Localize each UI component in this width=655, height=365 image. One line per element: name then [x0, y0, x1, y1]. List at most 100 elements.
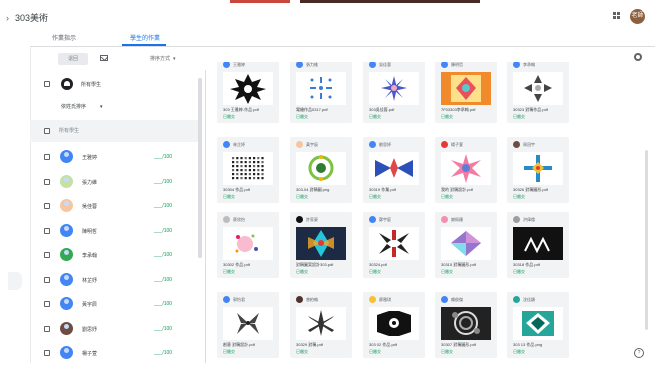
- file-name[interactable]: 30326 對稱圖形.pdf: [513, 187, 567, 193]
- submission-thumbnail[interactable]: [296, 72, 346, 105]
- submission-thumbnail[interactable]: [441, 152, 491, 185]
- submission-thumbnail[interactable]: [296, 152, 346, 185]
- student-score[interactable]: ___/100: [154, 277, 172, 283]
- student-row[interactable]: 吳佳蓉 ___/100: [30, 194, 198, 218]
- submission-card[interactable]: 賴俊傑 30307 對稱圖形.pdf 已繳交: [435, 292, 497, 358]
- student-score[interactable]: ___/100: [154, 350, 172, 356]
- submission-thumbnail[interactable]: [441, 307, 491, 340]
- submission-card[interactable]: 張力維 電繪作品0317.pdf 已繳交: [290, 62, 352, 123]
- submission-card[interactable]: 許家豪 對稱圖案設計303.pdf 已繳交: [290, 212, 352, 278]
- submission-card[interactable]: 李承翰 30323 對稱作品.pdf 已繳交: [507, 62, 569, 123]
- student-checkbox[interactable]: [44, 203, 50, 209]
- account-avatar[interactable]: 老師: [630, 9, 645, 24]
- submission-thumbnail[interactable]: [369, 307, 419, 340]
- file-name[interactable]: 303吳佳蓉.pdf: [369, 107, 423, 113]
- file-name[interactable]: 我的 對稱設計.pdf: [441, 187, 495, 193]
- file-name[interactable]: 303 13 作品.png: [513, 342, 567, 348]
- submission-thumbnail[interactable]: [223, 72, 273, 105]
- student-row[interactable]: 劉思妤 ___/100: [30, 317, 198, 341]
- return-button[interactable]: 退回: [58, 53, 88, 65]
- submission-card[interactable]: 鄭宇庭 30324.pdf 已繳交: [363, 212, 425, 278]
- submission-thumbnail[interactable]: [441, 72, 491, 105]
- file-name[interactable]: 303 王雅婷-作品.pdf: [223, 107, 277, 113]
- student-checkbox[interactable]: [44, 252, 50, 258]
- gear-icon[interactable]: [634, 53, 642, 61]
- file-name[interactable]: 30318 作品.pdf: [513, 262, 567, 268]
- tab-instructions[interactable]: 作業指示: [52, 33, 76, 42]
- file-name[interactable]: 30319 作業.pdf: [369, 187, 423, 193]
- file-name[interactable]: 30323 對稱作品.pdf: [513, 107, 567, 113]
- student-row[interactable]: 張力維 ___/100: [30, 170, 198, 194]
- tab-student-work[interactable]: 學生的作業: [130, 33, 160, 42]
- group-sort-select[interactable]: 依姓氏排序 ▾: [61, 103, 103, 110]
- file-name[interactable]: 30302 作品.pdf: [223, 262, 277, 268]
- submission-card[interactable]: 王雅婷 303 王雅婷-作品.pdf 已繳交: [217, 62, 279, 123]
- file-name[interactable]: 30329 對稱.pdf: [296, 342, 350, 348]
- student-checkbox[interactable]: [44, 227, 50, 234]
- file-name[interactable]: 7F03303李承翰.pdf: [441, 107, 495, 113]
- submission-card[interactable]: 林芷妤 30304 作品.pdf 已繳交: [217, 137, 279, 203]
- student-row[interactable]: 林芷妤 ___/100: [30, 268, 198, 292]
- submission-card[interactable]: 沈佳穎 303 13 作品.png 已繳交: [507, 292, 569, 358]
- help-icon[interactable]: ?: [634, 348, 644, 358]
- student-checkbox[interactable]: [44, 325, 50, 332]
- file-name[interactable]: 對稱圖案設計303.pdf: [296, 262, 350, 268]
- student-score[interactable]: ___/100: [154, 154, 172, 160]
- submission-thumbnail[interactable]: [369, 72, 419, 105]
- file-name[interactable]: 創意 對稱設計.pdf: [223, 342, 277, 348]
- student-checkbox[interactable]: [44, 350, 50, 356]
- all-students-row[interactable]: 所有學生: [30, 120, 198, 142]
- student-checkbox[interactable]: [44, 276, 50, 283]
- all-students-checkbox[interactable]: [44, 128, 50, 134]
- submission-thumbnail[interactable]: [513, 72, 563, 105]
- submission-thumbnail[interactable]: [513, 152, 563, 185]
- file-name[interactable]: 30304 作品.pdf: [223, 187, 277, 193]
- content-scrollbar[interactable]: [645, 150, 648, 330]
- file-name[interactable]: 30324.pdf: [369, 262, 423, 267]
- side-drawer-handle[interactable]: [8, 272, 22, 290]
- student-score[interactable]: ___/100: [154, 203, 172, 209]
- submission-thumbnail[interactable]: [369, 152, 419, 185]
- submission-thumbnail[interactable]: [296, 227, 346, 260]
- student-row[interactable]: 黃宇辰 ___/100: [30, 292, 198, 316]
- student-checkbox[interactable]: [44, 178, 50, 185]
- student-row[interactable]: 李承翰 ___/100: [30, 243, 198, 267]
- submission-thumbnail[interactable]: [369, 227, 419, 260]
- submission-card[interactable]: 吳佳蓉 303吳佳蓉.pdf 已繳交: [363, 62, 425, 123]
- student-row[interactable]: 楊子萱 ___/100: [30, 341, 198, 365]
- student-score[interactable]: ___/100: [154, 326, 172, 332]
- email-icon[interactable]: [100, 55, 108, 61]
- submission-card[interactable]: 洪偉倫 30318 作品.pdf 已繳交: [507, 212, 569, 278]
- class-title[interactable]: 303美術: [15, 11, 48, 24]
- submission-thumbnail[interactable]: [296, 307, 346, 340]
- student-score[interactable]: ___/100: [154, 179, 172, 185]
- file-name[interactable]: 30307 對稱圖形.pdf: [441, 342, 495, 348]
- submission-thumbnail[interactable]: [513, 307, 563, 340]
- submission-card[interactable]: 劉思妤 30319 作業.pdf 已繳交: [363, 137, 425, 203]
- submission-thumbnail[interactable]: [223, 152, 273, 185]
- apps-grid-icon[interactable]: [613, 12, 623, 22]
- student-score[interactable]: ___/100: [154, 228, 172, 234]
- submission-thumbnail[interactable]: [223, 307, 273, 340]
- student-checkbox[interactable]: [44, 301, 50, 307]
- submission-card[interactable]: 郭怡君 創意 對稱設計.pdf 已繳交: [217, 292, 279, 358]
- student-row[interactable]: 王雅婷 ___/100: [30, 145, 198, 169]
- submission-card[interactable]: 謝佩珊 30315 對稱圖形.pdf 已繳交: [435, 212, 497, 278]
- sort-select[interactable]: 排序方式 ▾: [150, 55, 176, 62]
- student-checkbox[interactable]: [44, 154, 50, 160]
- group-checkbox[interactable]: [44, 81, 50, 87]
- file-name[interactable]: 電繪作品0317.pdf: [296, 107, 350, 113]
- submission-card[interactable]: 蔡欣怡 30302 作品.pdf 已繳交: [217, 212, 279, 278]
- submission-card[interactable]: 曾柏翰 30329 對稱.pdf 已繳交: [290, 292, 352, 358]
- submission-thumbnail[interactable]: [441, 227, 491, 260]
- submission-card[interactable]: 周冠宇 30326 對稱圖形.pdf 已繳交: [507, 137, 569, 203]
- submission-thumbnail[interactable]: [513, 227, 563, 260]
- submission-card[interactable]: 廖雅琪 303 02 作品.pdf 已繳交: [363, 292, 425, 358]
- submission-card[interactable]: 陳明哲 7F03303李承翰.pdf 已繳交: [435, 62, 497, 123]
- file-name[interactable]: 30315 對稱圖形.pdf: [441, 262, 495, 268]
- student-row[interactable]: 陳明哲 ___/100: [30, 219, 198, 243]
- submission-card[interactable]: 楊子萱 我的 對稱設計.pdf 已繳交: [435, 137, 497, 203]
- chevron-right-icon[interactable]: ›: [6, 13, 9, 23]
- file-name[interactable]: 303-04 對稱圖.png: [296, 187, 350, 193]
- submission-thumbnail[interactable]: [223, 227, 273, 260]
